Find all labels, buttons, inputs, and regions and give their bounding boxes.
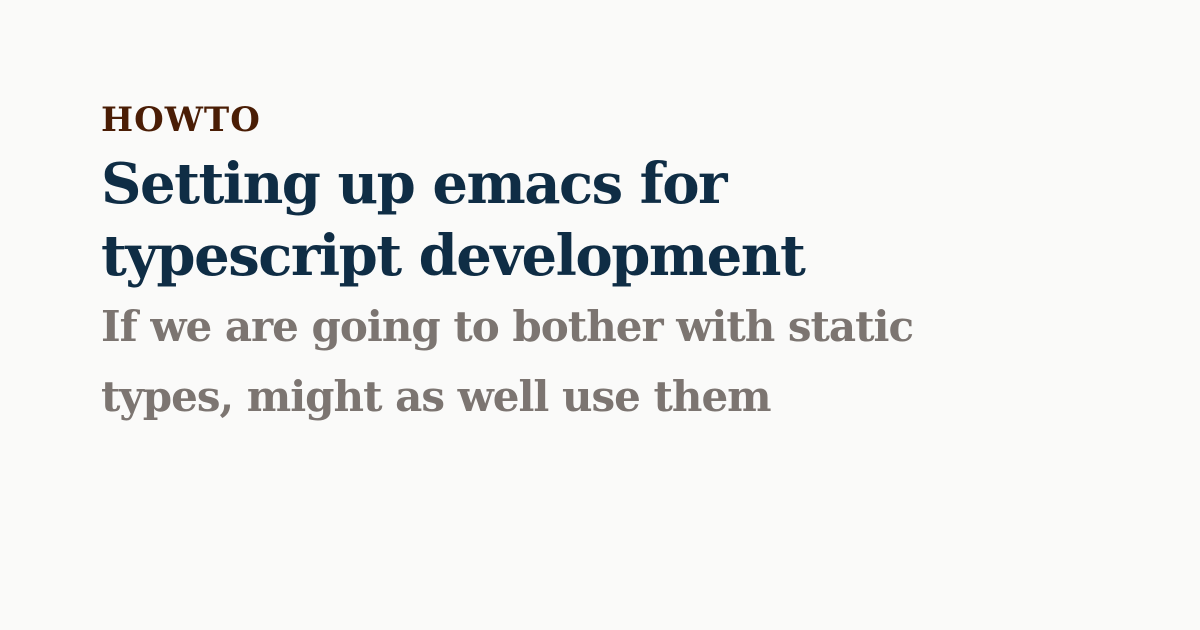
title-line: Setting up emacs for	[101, 151, 728, 217]
subtitle-line: If we are going to bother with static	[101, 302, 914, 351]
page-title: Setting up emacs for typescript developm…	[101, 148, 1111, 292]
title-line: typescript development	[101, 223, 806, 289]
page-subtitle: If we are going to bother with static ty…	[101, 292, 1111, 432]
category-label: HOWTO	[101, 100, 261, 140]
subtitle-line: types, might as well use them	[101, 372, 772, 421]
social-card: HOWTO Setting up emacs for typescript de…	[101, 100, 1111, 432]
